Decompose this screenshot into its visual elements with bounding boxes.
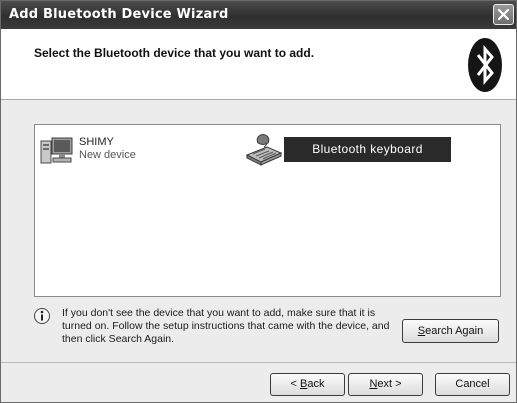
search-again-mnemonic: S [417,325,426,337]
title-bar[interactable]: Add Bluetooth Device Wizard [1,1,516,29]
device-list[interactable]: SHIMY New device Bluetooth keyboard [34,124,501,297]
wizard-window: Add Bluetooth Device Wizard Select the B… [0,0,517,403]
header-panel: Select the Bluetooth device that you wan… [1,29,516,100]
search-again-button[interactable]: Search Again [402,319,499,343]
computer-icon [40,137,73,164]
close-x-icon [498,9,509,20]
cancel-button[interactable]: Cancel [435,373,510,396]
search-again-label: earch Again [425,325,484,337]
info-icon [34,308,50,324]
device-item-shimy[interactable]: SHIMY New device [37,133,157,167]
button-divider [1,362,516,363]
bluetooth-logo-icon [468,38,502,92]
device-status: New device [79,149,136,161]
window-title: Add Bluetooth Device Wizard [9,7,229,22]
back-button[interactable]: < Back [270,373,345,396]
info-text: If you don't see the device that you wan… [62,307,390,345]
close-button[interactable] [493,4,514,25]
back-prefix: < [290,378,300,390]
device-item-bluetooth-keyboard[interactable]: Bluetooth keyboard [245,133,457,169]
device-name-selected: Bluetooth keyboard [284,137,451,162]
next-button[interactable]: Next > [348,373,423,396]
back-label: ack [307,378,325,390]
device-name: SHIMY [79,136,114,148]
next-label: ext > [377,378,402,390]
page-instruction: Select the Bluetooth device that you wan… [34,46,315,60]
keyboard-icon [245,134,283,166]
